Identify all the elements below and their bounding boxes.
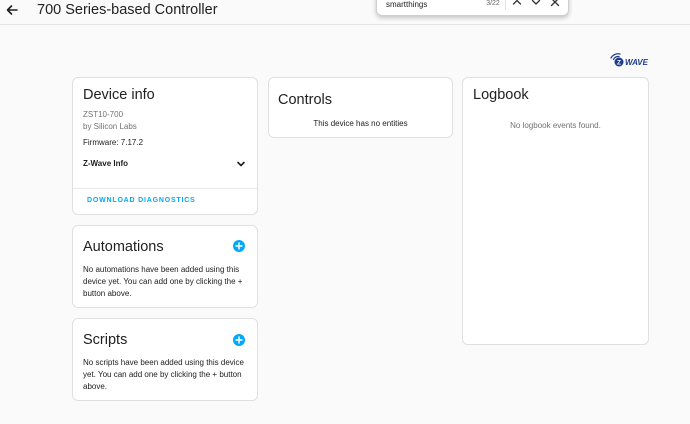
device-model: ZST10-700: [83, 109, 123, 121]
logbook-empty-message: No logbook events found.: [463, 120, 648, 132]
find-match-count: 3/22: [481, 0, 505, 7]
zwave-logo: Z WAVE: [608, 52, 652, 68]
add-script-icon[interactable]: [233, 334, 245, 346]
svg-text:WAVE: WAVE: [625, 58, 649, 67]
device-manufacturer: by Silicon Labs: [83, 121, 137, 133]
automations-empty-message: No automations have been added using thi…: [83, 264, 251, 300]
zwave-info-label: Z-Wave Info: [83, 158, 128, 170]
controls-title: Controls: [278, 91, 332, 109]
svg-text:Z: Z: [617, 59, 621, 66]
top-bar: 700 Series-based Controller: [0, 0, 690, 25]
controls-empty-message: This device has no entities: [269, 118, 452, 130]
chevron-up-icon[interactable]: [510, 0, 524, 9]
card-divider: [73, 188, 257, 189]
controls-card: Controls This device has no entities: [268, 77, 453, 138]
logbook-title: Logbook: [473, 86, 529, 104]
automations-card: Automations No automations have been add…: [72, 225, 258, 308]
automations-title: Automations: [83, 238, 164, 256]
zwave-info-expander[interactable]: Z-Wave Info: [73, 152, 257, 176]
back-arrow-icon[interactable]: [4, 2, 20, 18]
download-diagnostics-button[interactable]: DOWNLOAD DIAGNOSTICS: [87, 197, 196, 204]
close-icon[interactable]: [548, 0, 562, 9]
logbook-card: Logbook No logbook events found.: [462, 77, 649, 345]
find-bar: smartthings 3/22: [376, 0, 569, 16]
device-info-title: Device info: [83, 86, 155, 104]
chevron-down-icon: [235, 158, 247, 170]
device-info-card: Device info ZST10-700 by Silicon Labs Fi…: [72, 77, 258, 215]
find-divider: [505, 0, 506, 10]
add-automation-icon[interactable]: [233, 240, 245, 252]
scripts-title: Scripts: [83, 331, 127, 349]
find-input[interactable]: smartthings: [386, 0, 427, 9]
chevron-down-icon[interactable]: [529, 0, 543, 9]
device-firmware: Firmware: 7.17.2: [83, 137, 143, 149]
scripts-empty-message: No scripts have been added using this de…: [83, 357, 253, 393]
page-title: 700 Series-based Controller: [37, 1, 218, 19]
scripts-card: Scripts No scripts have been added using…: [72, 318, 258, 401]
